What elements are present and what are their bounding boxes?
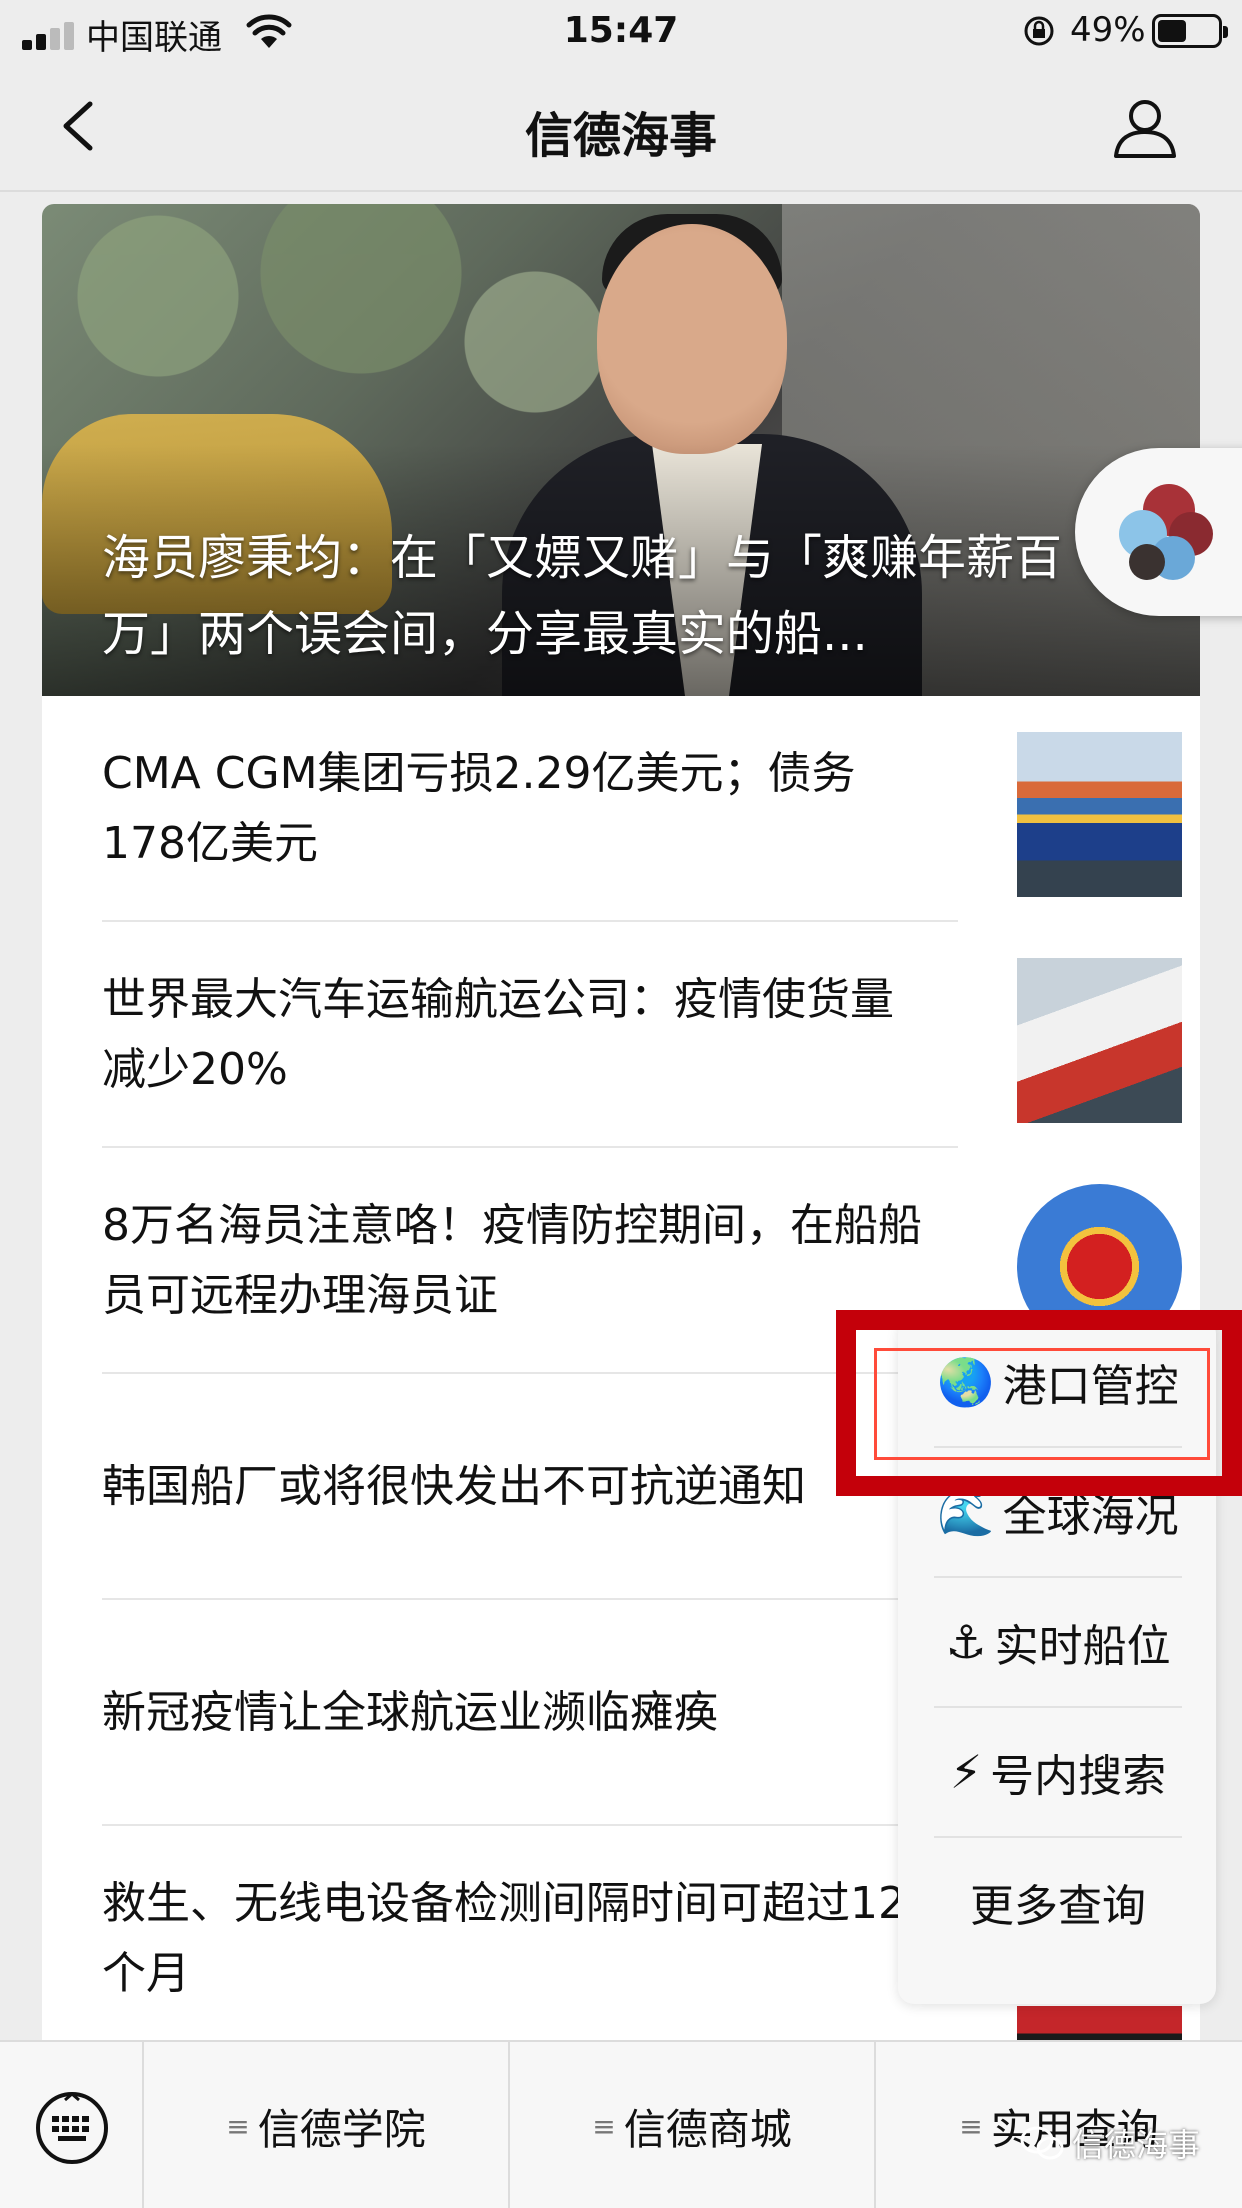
hero-article[interactable]: 海员廖秉均：在「又嫖又赌」与「爽赚年薪百万」两个误会间，分享最真实的船... — [42, 204, 1200, 696]
article-title: 新冠疫情让全球航运业濒临瘫痪 — [102, 1687, 718, 1738]
tab-xinde-academy[interactable]: ≡ 信德学院 — [144, 2042, 510, 2208]
article-title: 世界最大汽车运输航运公司：疫情使货量减少20% — [102, 974, 894, 1095]
page-title: 信德海事 — [524, 108, 717, 164]
article-thumbnail — [1017, 958, 1182, 1123]
article-title: CMA CGM集团亏损2.29亿美元；债务178亿美元 — [102, 748, 856, 869]
menu-item-more-queries[interactable]: 更多查询 — [934, 1838, 1182, 1966]
brand-logo-icon — [1119, 484, 1213, 580]
rotation-lock-icon — [1024, 16, 1054, 46]
profile-icon[interactable] — [1110, 92, 1180, 162]
article-item[interactable]: 世界最大汽车运输航运公司：疫情使货量减少20% — [102, 922, 1200, 1148]
navigation-bar: 信德海事 — [0, 64, 1242, 192]
menu-lines-icon: ≡ — [959, 2109, 983, 2143]
battery-percent: 49% — [1070, 10, 1146, 50]
article-thumbnail — [1017, 732, 1182, 897]
article-title: 救生、无线电设备检测间隔时间可超过12个月 — [102, 1878, 906, 1999]
lightning-icon: ⚡ — [949, 1745, 983, 1799]
status-bar: 中国联通 15:47 49% — [0, 0, 1242, 64]
floating-logo-button[interactable] — [1075, 448, 1242, 616]
anchor-icon: ⚓ — [945, 1615, 987, 1669]
watermark: 信德海事 — [1020, 2120, 1200, 2166]
menu-lines-icon: ≡ — [226, 2109, 250, 2143]
keyboard-icon — [36, 2092, 108, 2164]
hero-caption: 海员廖秉均：在「又嫖又赌」与「爽赚年薪百万」两个误会间，分享最真实的船... — [102, 530, 1063, 662]
battery-icon — [1152, 14, 1228, 48]
article-title: 8万名海员注意咯！疫情防控期间，在船船员可远程办理海员证 — [102, 1200, 922, 1321]
menu-item-account-search[interactable]: ⚡ 号内搜索 — [934, 1708, 1182, 1836]
menu-lines-icon: ≡ — [592, 2109, 616, 2143]
menu-item-realtime-ship-position[interactable]: ⚓ 实时船位 — [934, 1578, 1182, 1706]
wechat-icon — [1020, 2126, 1064, 2160]
article-title: 韩国船厂或将很快发出不可抗逆通知 — [102, 1461, 806, 1512]
keyboard-toggle-button[interactable] — [0, 2042, 144, 2208]
article-item[interactable]: CMA CGM集团亏损2.29亿美元；债务178亿美元 — [102, 696, 1200, 922]
tab-xinde-mall[interactable]: ≡ 信德商城 — [510, 2042, 876, 2208]
hero-image — [597, 224, 787, 454]
highlight-inner-box — [874, 1348, 1210, 1460]
